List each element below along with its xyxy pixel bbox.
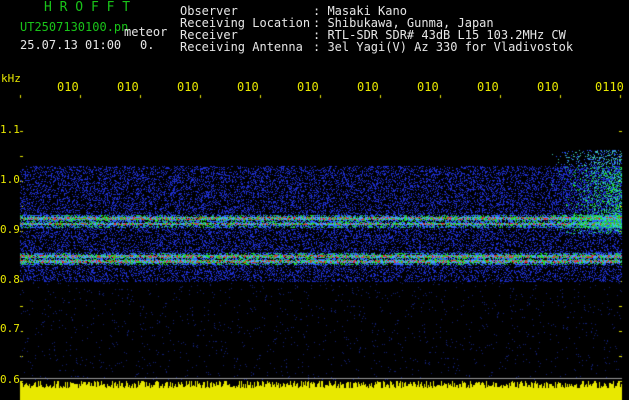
x-tick-label: 010 bbox=[117, 80, 139, 94]
y-tick-label: 0.6 bbox=[0, 373, 20, 386]
x-tick-label: 010 bbox=[297, 80, 319, 94]
spectrogram bbox=[0, 0, 629, 400]
file-name: UT2507130100.pn bbox=[20, 20, 129, 34]
app-title: H R O F F T bbox=[44, 0, 131, 15]
datetime: 25.07.13 01:00 bbox=[20, 38, 122, 52]
y-tick-label: 0.9 bbox=[0, 223, 20, 236]
x-tick-label: 010 bbox=[537, 80, 559, 94]
y-tick-label: 0.7 bbox=[0, 322, 20, 335]
x-tick-label: 010 bbox=[57, 80, 79, 94]
label-antenna: Receiving Antenna bbox=[180, 40, 303, 54]
x-tick-label: 010 bbox=[477, 80, 499, 94]
x-tick-label: 010 bbox=[417, 80, 439, 94]
x-tick-label: 010 bbox=[237, 80, 259, 94]
x-tick-label: 0110 bbox=[595, 80, 624, 94]
extra-value: 0. bbox=[140, 38, 155, 52]
y-tick-label: 1.0 bbox=[0, 173, 20, 186]
value-antenna: : 3el Yagi(V) Az 330 for Vladivostok bbox=[313, 40, 574, 54]
x-tick-label: 010 bbox=[177, 80, 199, 94]
type-label: meteor bbox=[124, 25, 168, 39]
unit-label: kHz bbox=[1, 72, 21, 85]
y-tick-label: 1.1 bbox=[0, 123, 20, 136]
x-tick-label: 010 bbox=[357, 80, 379, 94]
y-tick-label: 0.8 bbox=[0, 273, 20, 286]
